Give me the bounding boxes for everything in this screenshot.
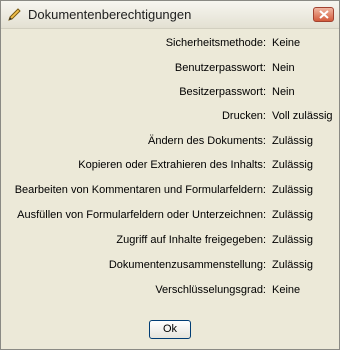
close-icon bbox=[319, 10, 329, 19]
permission-label: Bearbeiten von Kommentaren und Formularf… bbox=[14, 184, 266, 196]
permission-row: Verschlüsselungsgrad: Keine bbox=[1, 284, 339, 300]
permission-label: Benutzerpasswort: bbox=[174, 62, 266, 74]
ok-button[interactable]: Ok bbox=[149, 320, 191, 339]
permission-label: Dokumentenzusammenstellung: bbox=[108, 259, 266, 271]
permission-value: Keine bbox=[272, 37, 301, 49]
permission-label: Drucken: bbox=[221, 110, 266, 122]
permission-row: Benutzerpasswort: Nein bbox=[1, 62, 339, 78]
permission-value: Voll zulässig bbox=[272, 110, 333, 122]
permission-row: Besitzerpasswort: Nein bbox=[1, 86, 339, 102]
pencil-icon bbox=[7, 8, 23, 22]
permission-label: Verschlüsselungsgrad: bbox=[155, 284, 266, 296]
permission-row: Dokumentenzusammenstellung: Zulässig bbox=[1, 259, 339, 275]
permission-row: Zugriff auf Inhalte freigegeben: Zulässi… bbox=[1, 234, 339, 250]
permission-value: Zulässig bbox=[272, 135, 313, 147]
permission-value: Nein bbox=[272, 86, 295, 98]
permission-value: Keine bbox=[272, 284, 301, 296]
permission-value: Zulässig bbox=[272, 184, 313, 196]
permission-row: Ausfüllen von Formularfeldern oder Unter… bbox=[1, 209, 339, 225]
permission-label: Ausfüllen von Formularfeldern oder Unter… bbox=[17, 209, 266, 221]
permission-row: Kopieren oder Extrahieren des Inhalts: Z… bbox=[1, 159, 339, 175]
permission-value: Zulässig bbox=[272, 159, 313, 171]
permission-row: Sicherheitsmethode: Keine bbox=[1, 37, 339, 53]
permission-label: Ändern des Dokuments: bbox=[147, 135, 266, 147]
permission-value: Nein bbox=[272, 62, 295, 74]
permission-row: Drucken: Voll zulässig bbox=[1, 110, 339, 126]
permission-value: Zulässig bbox=[272, 209, 313, 221]
permission-label: Besitzerpasswort: bbox=[179, 86, 266, 98]
close-button[interactable] bbox=[313, 7, 334, 22]
permission-value: Zulässig bbox=[272, 234, 313, 246]
title-bar[interactable]: Dokumentenberechtigungen bbox=[1, 1, 339, 29]
window-title: Dokumentenberechtigungen bbox=[28, 7, 192, 22]
permission-label: Sicherheitsmethode: bbox=[165, 37, 266, 49]
permission-label: Kopieren oder Extrahieren des Inhalts: bbox=[78, 159, 266, 171]
permission-row: Bearbeiten von Kommentaren und Formularf… bbox=[1, 184, 339, 200]
permissions-dialog: Dokumentenberechtigungen Sicherheitsmeth… bbox=[0, 0, 340, 350]
permission-row: Ändern des Dokuments: Zulässig bbox=[1, 135, 339, 151]
permission-label: Zugriff auf Inhalte freigegeben: bbox=[116, 234, 266, 246]
permission-value: Zulässig bbox=[272, 259, 313, 271]
